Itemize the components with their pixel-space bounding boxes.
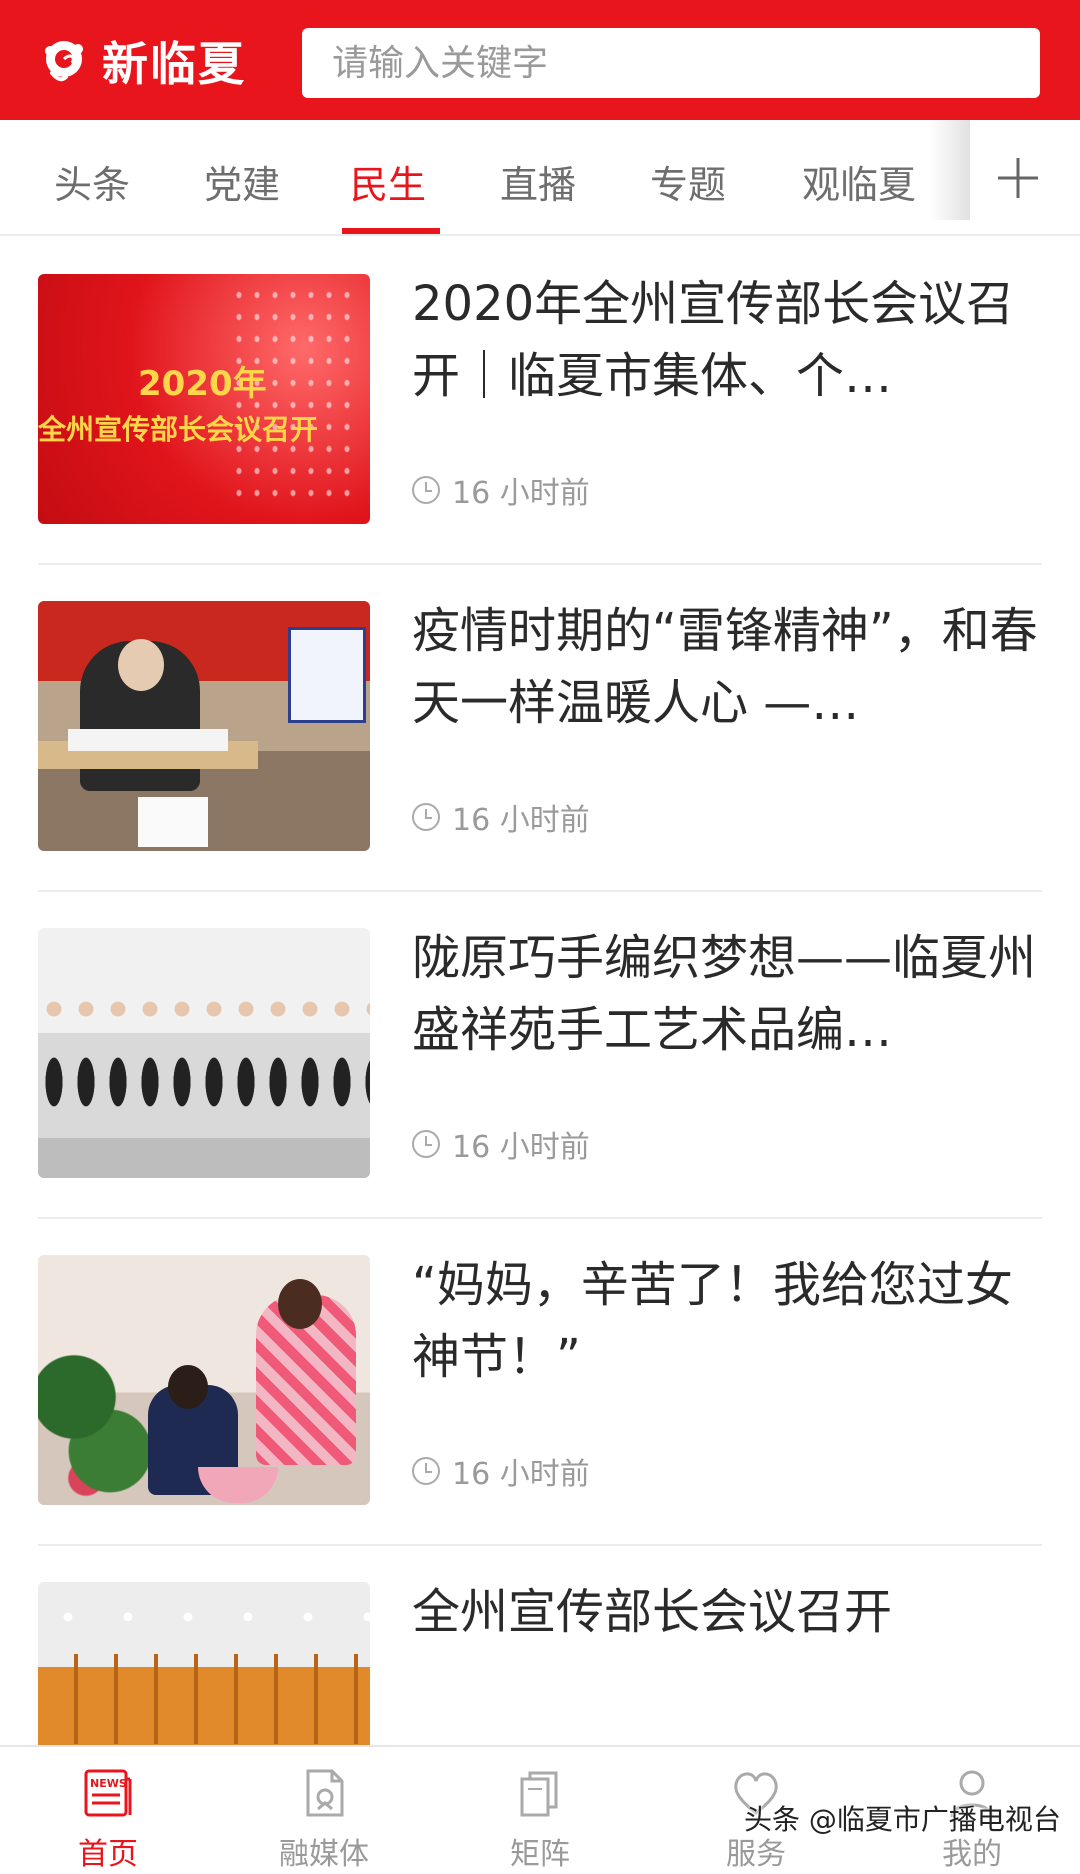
news-thumbnail (38, 601, 370, 851)
photo-ceiling-lights (38, 1602, 370, 1632)
tab-toutiao[interactable]: 头条 (54, 154, 130, 209)
photo-wall-panels (38, 1654, 370, 1744)
news-meta: 16 小时前 (412, 797, 590, 838)
tab-zhuanti[interactable]: 专题 (650, 154, 726, 209)
app-logo[interactable]: 新临夏 (36, 26, 246, 96)
tab-minsheng[interactable]: 民生 (350, 154, 426, 209)
news-icon: NEWS (84, 1769, 132, 1817)
news-time: 16 小时前 (452, 476, 590, 511)
news-thumbnail (38, 928, 370, 1178)
tabs-scroll-fade (930, 120, 970, 220)
clock-icon (412, 1130, 440, 1158)
flower-logo-icon (45, 41, 83, 82)
thumbnail-caption: 2020年 (138, 364, 267, 404)
nav-home[interactable]: NEWS 首页 (0, 1747, 216, 1874)
photo-floor (38, 1138, 370, 1178)
nav-label: 融媒体 (279, 1837, 369, 1872)
plus-icon[interactable] (990, 150, 1046, 206)
news-time: 16 小时前 (452, 803, 590, 838)
thumbnail-caption: 全州宣传部长会议召开 (38, 413, 319, 446)
photo-boy-head (168, 1365, 208, 1409)
search-input[interactable] (302, 28, 1040, 98)
stack-icon (520, 1771, 558, 1817)
news-item[interactable]: 疫情时期的“雷锋精神”，和春天一样温暖人心 —… 16 小时前 (38, 565, 1042, 892)
photo-basin (198, 1467, 278, 1503)
tab-guanlinxia[interactable]: 观临夏 (802, 154, 916, 209)
news-title[interactable]: 全州宣传部长会议召开 (412, 1576, 1042, 1648)
tab-dangjian[interactable]: 党建 (204, 154, 280, 209)
clock-icon (412, 476, 440, 504)
tab-zhibo[interactable]: 直播 (500, 154, 576, 209)
nav-media[interactable]: 融媒体 (216, 1747, 432, 1874)
photo-woman-head (278, 1279, 322, 1329)
photo-paper (68, 729, 228, 751)
news-meta: 16 小时前 (412, 1451, 590, 1492)
source-watermark: 头条 @临夏市广播电视台 (744, 1803, 1061, 1836)
photo-wall-banner (44, 954, 184, 994)
category-tabs: 头条 党建 民生 直播 专题 观临夏 (0, 120, 1080, 236)
document-icon (306, 1769, 344, 1817)
news-title[interactable]: 陇原巧手编织梦想——临夏州盛祥苑手工艺术品编… (412, 922, 1042, 1066)
news-meta: 16 小时前 (412, 1124, 590, 1165)
photo-plants (38, 1325, 158, 1505)
news-time: 16 小时前 (452, 1130, 590, 1165)
news-item[interactable]: “妈妈，辛苦了！我给您过女神节！” 16 小时前 (38, 1219, 1042, 1546)
photo-sign (288, 627, 366, 723)
photo-card (138, 797, 208, 847)
news-time: 16 小时前 (452, 1457, 590, 1492)
active-tab-indicator (342, 228, 440, 234)
nav-label: 矩阵 (510, 1837, 570, 1872)
news-thumbnail (38, 1255, 370, 1505)
news-meta: 16 小时前 (412, 470, 590, 511)
news-title[interactable]: 疫情时期的“雷锋精神”，和春天一样温暖人心 —… (412, 595, 1042, 739)
news-item[interactable]: 2020年 全州宣传部长会议召开 2020年全州宣传部长会议召开｜临夏市集体、个… (38, 238, 1042, 565)
photo-person-head (118, 639, 164, 691)
news-title[interactable]: “妈妈，辛苦了！我给您过女神节！” (412, 1249, 1042, 1393)
nav-matrix[interactable]: 矩阵 (432, 1747, 648, 1874)
news-title[interactable]: 2020年全州宣传部长会议召开｜临夏市集体、个… (412, 268, 1042, 412)
svg-text:NEWS: NEWS (90, 1777, 127, 1790)
nav-label: 首页 (78, 1837, 138, 1872)
news-item[interactable]: 陇原巧手编织梦想——临夏州盛祥苑手工艺术品编… 16 小时前 (38, 892, 1042, 1219)
news-thumbnail: 2020年 全州宣传部长会议召开 (38, 274, 370, 524)
search-bar[interactable] (302, 28, 1040, 98)
app-name: 新临夏 (102, 37, 246, 91)
clock-icon (412, 803, 440, 831)
app-header: 新临夏 (0, 0, 1080, 120)
photo-faces (38, 994, 370, 1024)
clock-icon (412, 1457, 440, 1485)
